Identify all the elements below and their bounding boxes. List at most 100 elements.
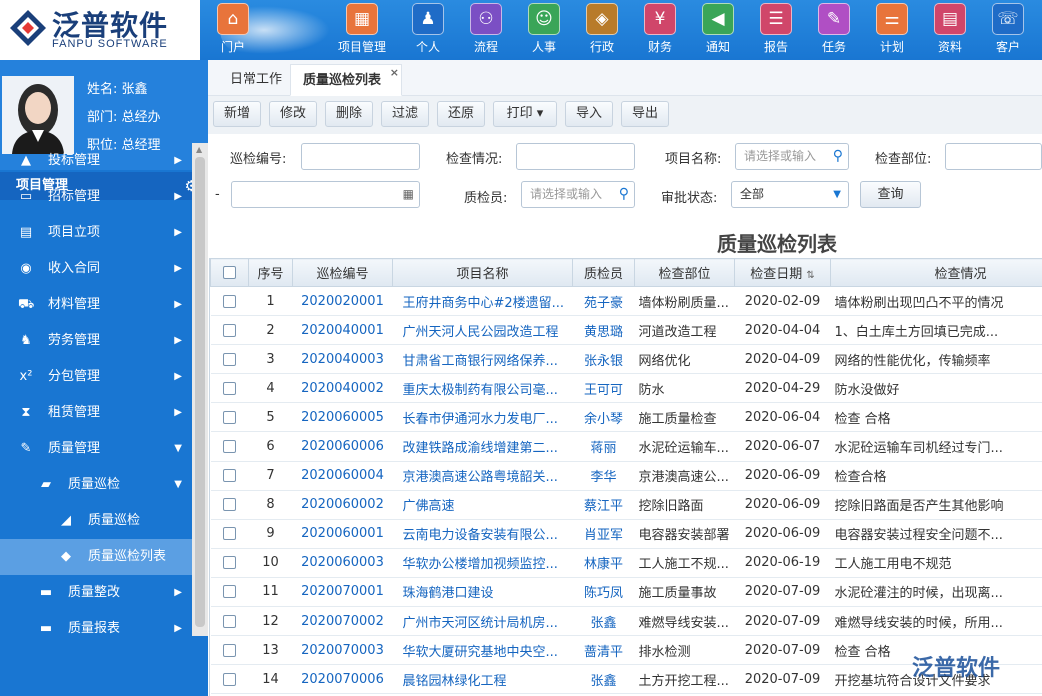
table-row[interactable]: 9 2020060001 云南电力设备安装有限公... 肖亚军 电容器安装部署 2020-… xyxy=(210,519,1042,549)
row-project-name[interactable]: 晨铭园林绿化工程 xyxy=(392,664,573,695)
col-project-name[interactable]: 项目名称 xyxy=(392,258,573,287)
row-checkbox-cell[interactable] xyxy=(210,635,249,666)
row-checkbox-cell[interactable] xyxy=(210,519,249,549)
brand-logo[interactable]: 泛普软件 FANPU SOFTWARE xyxy=(0,0,200,60)
query-button[interactable]: 查询 xyxy=(860,181,921,208)
table-row[interactable]: 5 2020060005 长春市伊通河水力发电厂... 余小琴 施工质量检查 2020-0… xyxy=(210,402,1042,433)
table-row[interactable]: 1 2020020001 王府井商务中心#2楼遗留... 苑子豪 墙体粉刷质量... 20… xyxy=(210,286,1042,317)
row-checkbox-cell[interactable] xyxy=(210,490,249,520)
col-check-date[interactable]: 检查日期 ⇅ xyxy=(734,258,831,287)
row-project-name[interactable]: 华软办公楼增加视频监控... xyxy=(392,548,573,578)
row-project-name[interactable]: 广州天河人民公园改造工程 xyxy=(392,315,573,346)
nav-item-customer[interactable]: ☏ 客户 xyxy=(980,3,1036,57)
import-button[interactable]: 导入 xyxy=(565,101,613,127)
row-checkbox[interactable] xyxy=(223,469,236,483)
row-checkbox-cell[interactable] xyxy=(210,402,249,433)
row-inspector[interactable]: 李华 xyxy=(572,461,635,491)
row-checkbox-cell[interactable] xyxy=(210,606,249,637)
row-inspector[interactable]: 张鑫 xyxy=(572,664,635,695)
add-button[interactable]: 新增 xyxy=(213,101,261,127)
col-inspect-no[interactable]: 巡检编号 xyxy=(292,258,393,287)
table-row[interactable]: 4 2020040002 重庆太极制药有限公司毫... 王可可 防水 2020-04-29… xyxy=(210,373,1042,404)
date-input[interactable]: ▦ xyxy=(231,181,420,208)
row-inspector[interactable]: 蒋丽 xyxy=(572,431,635,462)
table-row[interactable]: 10 2020060003 华软办公楼增加视频监控... 林康平 工人施工不规... 20… xyxy=(210,548,1042,578)
row-project-name[interactable]: 珠海鹤港口建设 xyxy=(392,577,573,608)
row-inspector[interactable]: 陈巧凤 xyxy=(572,577,635,608)
row-inspector[interactable]: 蔡江平 xyxy=(572,490,635,520)
row-checkbox-cell[interactable] xyxy=(210,286,249,317)
row-project-name[interactable]: 广州市天河区统计局机房... xyxy=(392,606,573,637)
row-inspect-no[interactable]: 2020060006 xyxy=(292,431,393,462)
edit-button[interactable]: 修改 xyxy=(269,101,317,127)
nav-item-home[interactable]: ⌂ 门户 xyxy=(205,3,261,57)
row-checkbox-cell[interactable] xyxy=(210,373,249,404)
sidebar-item[interactable]: ◢ 质量巡检 xyxy=(0,503,192,539)
row-inspect-no[interactable]: 2020070001 xyxy=(292,577,393,608)
scroll-up-icon[interactable]: ▲ xyxy=(196,145,202,154)
export-button[interactable]: 导出 xyxy=(621,101,669,127)
table-row[interactable]: 3 2020040003 甘肃省工商银行网络保养... 张永银 网络优化 2020-04-… xyxy=(210,344,1042,375)
row-checkbox-cell[interactable] xyxy=(210,344,249,375)
row-checkbox-cell[interactable] xyxy=(210,577,249,608)
row-project-name[interactable]: 重庆太极制药有限公司毫... xyxy=(392,373,573,404)
row-checkbox[interactable] xyxy=(223,672,236,686)
table-row[interactable]: 12 2020070002 广州市天河区统计局机房... 张鑫 难燃导线安装... 202… xyxy=(210,606,1042,637)
row-checkbox[interactable] xyxy=(223,614,236,628)
row-checkbox-cell[interactable] xyxy=(210,431,249,462)
sidebar-item[interactable]: ▲ 投标管理 ▶ xyxy=(0,143,192,179)
row-inspect-no[interactable]: 2020070003 xyxy=(292,635,393,666)
col-seq[interactable]: 序号 xyxy=(248,258,293,287)
table-row[interactable]: 11 2020070001 珠海鹤港口建设 陈巧凤 施工质量事故 2020-07-09 水泥… xyxy=(210,577,1042,608)
row-inspect-no[interactable]: 2020020001 xyxy=(292,286,393,317)
sidebar-item[interactable]: ▤ 项目立项 ▶ xyxy=(0,215,192,251)
row-inspector[interactable]: 蔷清平 xyxy=(572,635,635,666)
row-checkbox[interactable] xyxy=(223,323,236,337)
check-part-input[interactable] xyxy=(945,143,1042,170)
select-all-checkbox-cell[interactable] xyxy=(210,258,249,287)
row-inspect-no[interactable]: 2020060001 xyxy=(292,519,393,549)
sidebar-item[interactable]: ◉ 收入合同 ▶ xyxy=(0,251,192,287)
row-checkbox[interactable] xyxy=(223,556,236,570)
row-project-name[interactable]: 长春市伊通河水力发电厂... xyxy=(392,402,573,433)
row-project-name[interactable]: 改建铁路成渝线增建第二... xyxy=(392,431,573,462)
row-inspect-no[interactable]: 2020070002 xyxy=(292,606,393,637)
row-inspect-no[interactable]: 2020060005 xyxy=(292,402,393,433)
tab-quality-inspection-list[interactable]: 质量巡检列表 × xyxy=(290,64,402,96)
restore-button[interactable]: 还原 xyxy=(437,101,485,127)
row-inspect-no[interactable]: 2020040001 xyxy=(292,315,393,346)
chevron-down-icon[interactable]: ▼ xyxy=(833,182,841,207)
row-inspector[interactable]: 张永银 xyxy=(572,344,635,375)
row-inspect-no[interactable]: 2020060002 xyxy=(292,490,393,520)
table-row[interactable]: 7 2020060004 京港澳高速公路粤境韶关... 李华 京港澳高速公... 2020… xyxy=(210,461,1042,491)
inspect-no-input[interactable] xyxy=(301,143,420,170)
scroll-thumb[interactable] xyxy=(195,157,205,627)
row-project-name[interactable]: 云南电力设备安装有限公... xyxy=(392,519,573,549)
table-row[interactable]: 2 2020040001 广州天河人民公园改造工程 黄思璐 河道改造工程 2020-04-… xyxy=(210,315,1042,346)
print-dropdown-button[interactable]: 打印 ▾ xyxy=(493,101,557,127)
sidebar-item[interactable]: ▬ 质量整改 ▶ xyxy=(0,575,192,611)
row-inspect-no[interactable]: 2020040003 xyxy=(292,344,393,375)
row-inspector[interactable]: 苑子豪 xyxy=(572,286,635,317)
nav-item-grid[interactable]: ▦ 项目管理 xyxy=(334,3,390,57)
row-inspector[interactable]: 王可可 xyxy=(572,373,635,404)
nav-item-doc[interactable]: ▤ 资料 xyxy=(922,3,978,57)
row-inspect-no[interactable]: 2020070006 xyxy=(292,664,393,695)
row-checkbox-cell[interactable] xyxy=(210,548,249,578)
tab-daily-work[interactable]: 日常工作 xyxy=(218,64,294,96)
row-inspector[interactable]: 林康平 xyxy=(572,548,635,578)
nav-item-speaker[interactable]: ◀ 通知 xyxy=(690,3,746,57)
nav-item-task[interactable]: ✎ 任务 xyxy=(806,3,862,57)
nav-item-money[interactable]: ¥ 财务 xyxy=(632,3,688,57)
nav-item-report[interactable]: ☰ 报告 xyxy=(748,3,804,57)
inspector-input[interactable]: 请选择或输入 ⚲ xyxy=(521,181,635,208)
row-inspector[interactable]: 张鑫 xyxy=(572,606,635,637)
table-row[interactable]: 6 2020060006 改建铁路成渝线增建第二... 蒋丽 水泥砼运输车... 2020… xyxy=(210,431,1042,462)
filter-button[interactable]: 过滤 xyxy=(381,101,429,127)
row-checkbox-cell[interactable] xyxy=(210,664,249,695)
row-inspector[interactable]: 黄思璐 xyxy=(572,315,635,346)
sidebar-item[interactable]: x² 分包管理 ▶ xyxy=(0,359,192,395)
nav-item-layers[interactable]: ◈ 行政 xyxy=(574,3,630,57)
search-icon[interactable]: ⚲ xyxy=(619,182,629,207)
row-inspect-no[interactable]: 2020040002 xyxy=(292,373,393,404)
